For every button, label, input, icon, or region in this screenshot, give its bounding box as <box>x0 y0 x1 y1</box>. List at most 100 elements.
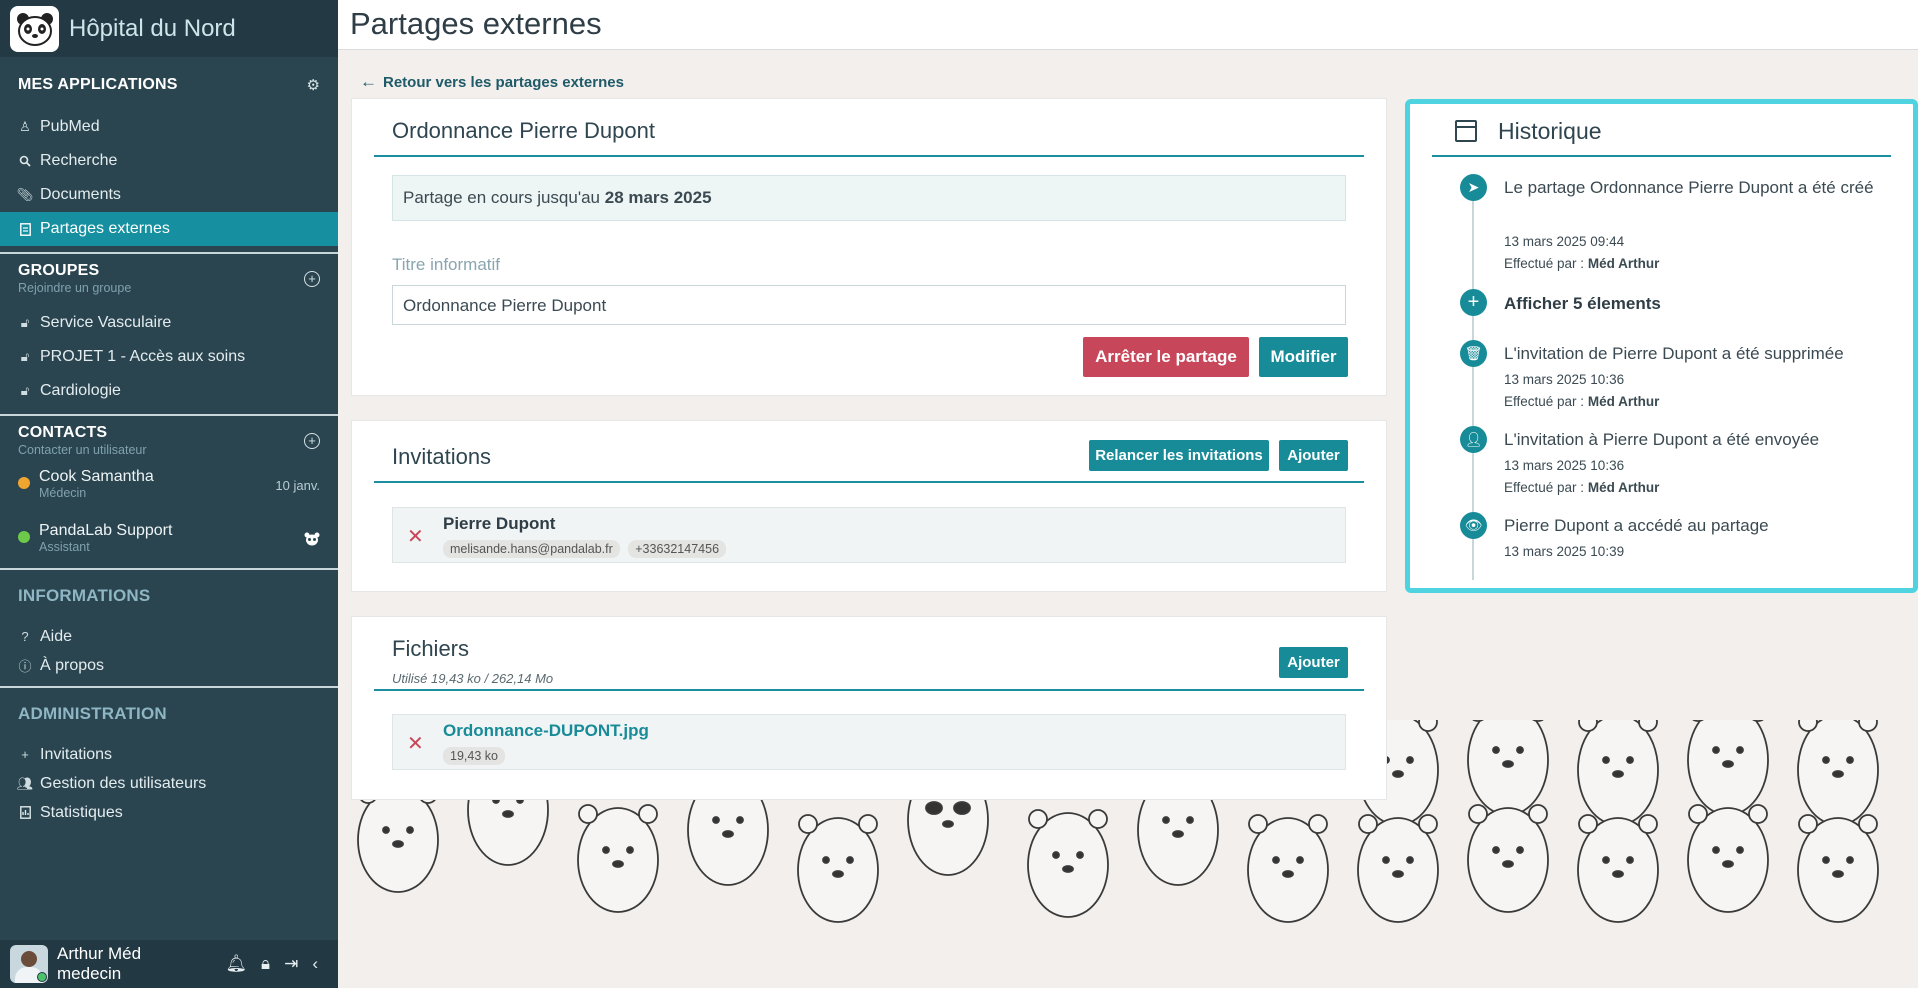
document-icon <box>18 222 32 236</box>
contact-name: Cook Samantha <box>39 468 154 485</box>
lock-icon: 🔓︎ <box>20 315 30 330</box>
sidebar-item-label: Partages externes <box>40 220 170 237</box>
paperclip-icon: 📎︎ <box>16 187 34 202</box>
sidebar-item-label: Aide <box>40 627 73 645</box>
trash-icon: 🗑︎ <box>1460 340 1487 367</box>
sidebar-item-invitations[interactable]: + Invitations <box>0 740 338 769</box>
sidebar-item-label: PROJET 1 - Accès aux soins <box>40 348 246 365</box>
apps-title: MES APPLICATIONS <box>18 76 178 93</box>
add-invitation-button[interactable]: Ajouter <box>1279 440 1348 471</box>
by-label: Effectué par : <box>1504 256 1585 271</box>
back-link-label: Retour vers les partages externes <box>383 74 624 91</box>
bell-icon[interactable]: 🔔︎ <box>225 954 247 974</box>
edit-button[interactable]: Modifier <box>1259 337 1348 377</box>
sidebar-item-statistiques[interactable]: Statistiques <box>0 798 338 827</box>
show-more-button[interactable]: Afficher 5 élements <box>1504 294 1661 314</box>
history-event-date: 13 mars 2025 10:39 <box>1504 544 1625 559</box>
apps-section: MES APPLICATIONS ⚙ <box>0 76 338 94</box>
contact-user-link[interactable]: Contacter un utilisateur <box>18 443 147 457</box>
back-link[interactable]: ← Retour vers les partages externes <box>360 72 624 92</box>
sidebar-item-label: Gestion des utilisateurs <box>40 774 207 792</box>
lock-icon: 🔓︎ <box>20 349 30 364</box>
sidebar-item-label: Service Vasculaire <box>40 314 172 331</box>
info-section: INFORMATIONS <box>0 586 338 606</box>
sidebar-item-recherche[interactable]: Recherche <box>0 144 338 178</box>
stop-share-button[interactable]: Arrêter le partage <box>1083 337 1249 377</box>
add-group-icon[interactable]: + <box>304 270 320 287</box>
gear-icon[interactable]: ⚙ <box>307 76 320 94</box>
join-group-link[interactable]: Rejoindre un groupe <box>18 281 131 295</box>
person-icon: ♙ <box>19 119 31 134</box>
admin-list: + Invitations 👥︎ Gestion des utilisateur… <box>0 740 338 827</box>
sidebar-item-label: Statistiques <box>40 803 123 821</box>
history-event-author: Effectué par : Méd Arthur <box>1504 480 1659 495</box>
user-name: Arthur Méd <box>57 944 142 963</box>
files-title: Fichiers <box>392 636 470 661</box>
sidebar-item-gestion-utilisateurs[interactable]: 👥︎ Gestion des utilisateurs <box>0 769 338 798</box>
sidebar-item-label: PubMed <box>40 118 100 135</box>
file-link[interactable]: Ordonnance-DUPONT.jpg <box>443 721 649 741</box>
invitee-phone: +33632147456 <box>628 540 727 558</box>
collapse-icon[interactable]: ‹ <box>312 954 318 974</box>
history-event-date: 13 mars 2025 10:36 <box>1504 458 1625 473</box>
brand[interactable]: Hôpital du Nord <box>0 0 338 57</box>
lock-icon: 🔓︎ <box>20 383 30 398</box>
resend-invitations-button[interactable]: Relancer les invitations <box>1089 440 1269 471</box>
sidebar-item-partages-externes[interactable]: Partages externes <box>0 212 338 246</box>
search-icon <box>18 155 32 167</box>
author-name: Méd Arthur <box>1587 480 1660 495</box>
sidebar-item-aide[interactable]: ? Aide <box>0 622 338 651</box>
calendar-icon <box>1455 120 1477 142</box>
history-panel: Historique ➤ Le partage Ordonnance Pierr… <box>1405 99 1918 593</box>
sidebar-item-group[interactable]: 🔓︎ Service Vasculaire <box>0 306 338 340</box>
sidebar-item-pubmed[interactable]: ♙ PubMed <box>0 110 338 144</box>
logout-icon[interactable]: ⇥ <box>284 954 298 974</box>
file-size: 19,43 ko <box>443 747 505 765</box>
card-rule <box>374 689 1364 691</box>
remove-icon[interactable]: ✕ <box>407 524 424 549</box>
files-card: Fichiers Utilisé 19,43 ko / 262,14 Mo Aj… <box>351 616 1387 800</box>
sidebar-item-label: Documents <box>40 186 121 203</box>
invitee-name: Pierre Dupont <box>443 514 556 533</box>
groups-section: GROUPES Rejoindre un groupe + <box>0 262 338 295</box>
contact-item[interactable]: Cook Samantha Médecin 10 janv. <box>0 468 338 522</box>
avatar[interactable] <box>10 945 48 983</box>
by-label: Effectué par : <box>1504 480 1585 495</box>
contacts-title: CONTACTS <box>18 424 108 441</box>
contact-role: Assistant <box>39 540 90 554</box>
status-dot <box>18 531 30 543</box>
history-event-author: Effectué par : Méd Arthur <box>1504 394 1659 409</box>
info-title: INFORMATIONS <box>18 586 151 605</box>
divider <box>0 568 338 570</box>
sidebar-item-documents[interactable]: 📎︎ Documents <box>0 178 338 212</box>
sidebar-item-label: Invitations <box>40 745 113 763</box>
contact-date: 10 janv. <box>275 478 320 493</box>
invitee-email: melisande.hans@pandalab.fr <box>443 540 620 558</box>
history-event-text: Pierre Dupont a accédé au partage <box>1504 516 1769 535</box>
sidebar-item-a-propos[interactable]: ⓘ À propos <box>0 651 338 680</box>
user-footer: Arthur Méd medecin 🔔︎ 🔒︎ ⇥ ‹ <box>0 940 338 988</box>
divider <box>0 252 338 254</box>
history-event-date: 13 mars 2025 10:36 <box>1504 372 1625 387</box>
add-file-button[interactable]: Ajouter <box>1279 647 1348 678</box>
plus-circle-icon[interactable]: + <box>1460 289 1487 316</box>
history-event-date: 13 mars 2025 09:44 <box>1504 234 1625 249</box>
storage-usage: Utilisé 19,43 ko / 262,14 Mo <box>392 671 554 686</box>
title-field[interactable]: Ordonnance Pierre Dupont <box>392 285 1346 325</box>
topbar: Partages externes <box>338 0 1918 50</box>
history-title: Historique <box>1498 118 1602 144</box>
add-contact-icon[interactable]: + <box>304 432 320 449</box>
sidebar-item-group[interactable]: 🔓︎ PROJET 1 - Accès aux soins <box>0 340 338 374</box>
panda-icon <box>10 5 59 52</box>
sidebar: Hôpital du Nord MES APPLICATIONS ⚙ ♙ Pub… <box>0 0 338 988</box>
users-icon: 👥︎ <box>16 775 34 791</box>
contacts-section: CONTACTS Contacter un utilisateur + <box>0 424 338 457</box>
contact-role: Médecin <box>39 486 87 500</box>
invitations-title: Invitations <box>392 444 492 469</box>
lock-icon[interactable]: 🔒︎ <box>261 954 270 974</box>
remove-icon[interactable]: ✕ <box>407 731 424 756</box>
history-event-text: Le partage Ordonnance Pierre Dupont a ét… <box>1504 178 1874 197</box>
user-icon: 👤︎ <box>1460 426 1487 453</box>
groups-list: 🔓︎ Service Vasculaire 🔓︎ PROJET 1 - Accè… <box>0 306 338 408</box>
sidebar-item-group[interactable]: 🔓︎ Cardiologie <box>0 374 338 408</box>
